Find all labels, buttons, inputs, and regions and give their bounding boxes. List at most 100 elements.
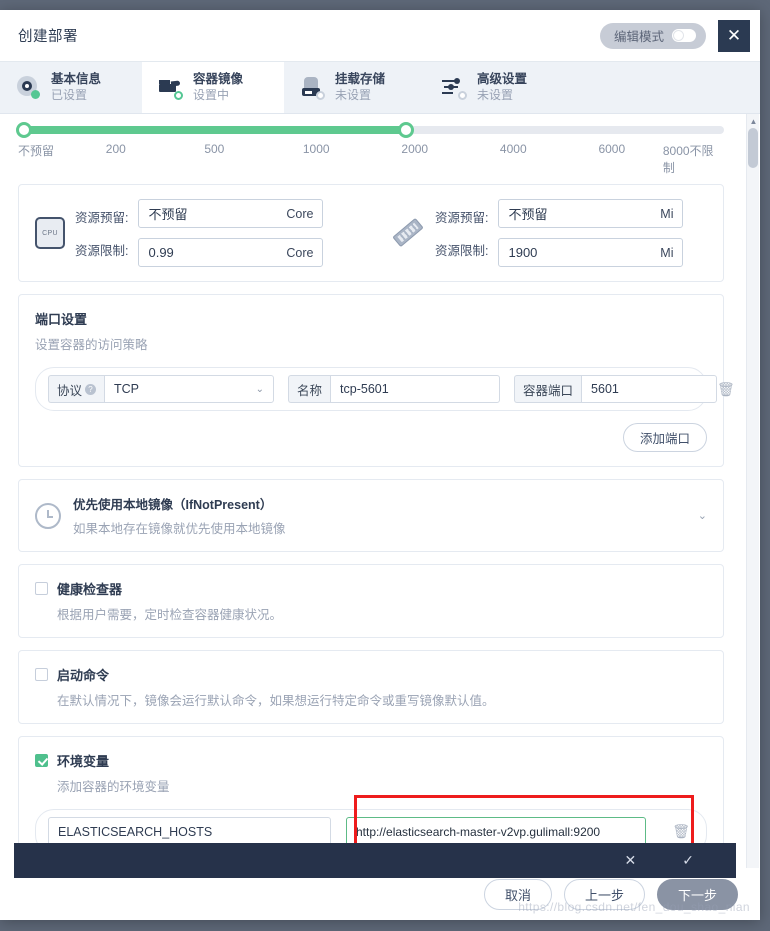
edit-mode-label: 编辑模式	[613, 30, 664, 44]
memory-icon	[391, 216, 425, 250]
cpu-request-input[interactable]: 不预留 Core	[138, 199, 324, 228]
add-port-button[interactable]: 添加端口	[622, 423, 707, 452]
tab-state: 未设置	[335, 87, 372, 102]
port-name-label: 名称	[288, 375, 331, 403]
page-title: 创建部署	[18, 29, 78, 45]
protocol-group: 协议 ? TCP ⌄	[48, 375, 275, 403]
port-settings-title: 端口设置	[35, 312, 88, 327]
info-disc-icon	[16, 75, 42, 101]
container-port-label: 容器端口	[514, 375, 582, 403]
cpu-icon-label: CPU	[42, 229, 58, 237]
slider-tick: 1000	[302, 142, 330, 156]
cpu-limit-value: 0.99	[148, 245, 174, 260]
memory-fields: 不预留 Mi 1900 Mi	[498, 199, 684, 267]
cpu-request-label: 资源预留:	[75, 211, 129, 225]
port-settings-subtitle: 设置容器的访问策略	[35, 338, 148, 352]
cancel-button[interactable]: 取消	[483, 878, 552, 910]
close-button[interactable]: ✕	[718, 19, 750, 52]
resource-slider-block: 不预留 200 500 1000 2000 4000 6000 8000不限制	[0, 114, 746, 176]
cpu-limit-input[interactable]: 0.99 Core	[138, 238, 324, 267]
edit-mode-toggle[interactable]: 编辑模式	[599, 22, 706, 49]
health-check-checkbox[interactable]	[35, 582, 48, 595]
image-policy-title: 优先使用本地镜像（IfNotPresent）	[73, 498, 273, 512]
protocol-value: TCP	[114, 382, 140, 396]
dialog-header: 创建部署 编辑模式 ✕	[0, 10, 760, 62]
step-tabs: 基本信息 已设置 容器镜像 设置中 挂载存储 未设置 高级设置 未设置	[0, 62, 760, 114]
health-check-card: 健康检查器 根据用户需要，定时检查容器健康状况。	[18, 564, 724, 638]
memory-resource-group: 资源预留: 资源限制: 不预留 Mi 1900 Mi	[391, 199, 684, 267]
memory-request-value: 不预留	[508, 207, 548, 222]
env-var-key-input[interactable]: ELASTICSEARCH_HOSTS	[48, 817, 331, 846]
container-port-input[interactable]: 5601	[581, 375, 718, 403]
container-port-value: 5601	[591, 382, 619, 396]
memory-limit-input[interactable]: 1900 Mi	[498, 238, 684, 267]
cpu-limit-unit: Core	[286, 245, 314, 260]
slider-handle-min[interactable]	[16, 122, 32, 138]
cpu-resource-group: CPU 资源预留: 资源限制: 不预留 Core 0.99 Core	[35, 199, 391, 267]
image-pull-policy-card[interactable]: 优先使用本地镜像（IfNotPresent） 如果本地存在镜像就优先使用本地镜像…	[18, 479, 724, 552]
chevron-down-icon[interactable]: ⌄	[698, 509, 707, 522]
port-actions: 添加端口	[35, 423, 707, 452]
slider-fill	[18, 126, 407, 134]
env-vars-title: 环境变量	[57, 754, 110, 769]
memory-limit-label: 资源限制:	[435, 244, 489, 258]
cpu-limit-label: 资源限制:	[75, 244, 129, 258]
slider-tick: 4000	[499, 142, 527, 156]
protocol-label: 协议 ?	[48, 375, 105, 403]
tab-label: 容器镜像	[193, 72, 244, 87]
tab-container-image[interactable]: 容器镜像 设置中	[142, 62, 284, 113]
slider-tick: 8000不限制	[662, 144, 714, 175]
slider-tick: 2000	[401, 142, 429, 156]
env-var-value-input[interactable]: http://elasticsearch-master-v2vp.gulimal…	[346, 817, 646, 846]
next-step-button[interactable]: 下一步	[656, 878, 738, 910]
start-command-checkbox[interactable]	[35, 668, 48, 681]
delete-port-icon[interactable]: 🗑	[717, 381, 739, 398]
port-name-input[interactable]: tcp-5601	[330, 375, 501, 403]
storage-icon	[300, 75, 326, 101]
env-var-value-text: http://elasticsearch-master-v2vp.gulimal…	[356, 824, 601, 839]
toolbar-cancel-icon[interactable]: ✕	[625, 852, 637, 869]
memory-request-input[interactable]: 不预留 Mi	[498, 199, 684, 228]
memory-limit-value: 1900	[508, 245, 538, 260]
header-actions: 编辑模式 ✕	[599, 19, 760, 52]
cpu-fields: 不预留 Core 0.99 Core	[138, 199, 324, 267]
scrollbar-thumb[interactable]	[748, 128, 758, 168]
env-var-key-value: ELASTICSEARCH_HOSTS	[58, 824, 213, 839]
clock-icon	[35, 502, 61, 529]
resource-panel: CPU 资源预留: 资源限制: 不预留 Core 0.99 Core 资源预留:…	[18, 184, 724, 282]
toolbar-confirm-icon[interactable]: ✓	[682, 852, 694, 869]
tab-mount-storage[interactable]: 挂载存储 未设置	[284, 62, 426, 113]
tab-label: 高级设置	[477, 72, 528, 87]
help-icon[interactable]: ?	[85, 383, 97, 395]
memory-request-unit: Mi	[660, 206, 674, 221]
slider-tick: 不预留	[18, 144, 55, 158]
previous-step-button[interactable]: 上一步	[563, 878, 645, 910]
tab-basic-info[interactable]: 基本信息 已设置	[0, 62, 142, 113]
port-settings-card: 端口设置 设置容器的访问策略 协议 ? TCP ⌄ 名称 tcp-5601 容器…	[18, 294, 735, 467]
docker-whale-icon	[158, 75, 184, 101]
close-icon: ✕	[726, 25, 742, 45]
cpu-labels: 资源预留: 资源限制:	[75, 207, 128, 259]
toggle-knob-icon	[672, 29, 696, 42]
container-port-group: 容器端口 5601	[514, 375, 718, 403]
dialog-body: 不预留 200 500 1000 2000 4000 6000 8000不限制 …	[0, 114, 760, 920]
cpu-request-unit: Core	[286, 206, 314, 221]
slider-tick: 200	[105, 142, 126, 156]
tab-state: 已设置	[51, 87, 88, 102]
scroll-up-icon[interactable]: ▲	[747, 114, 760, 128]
slider-handle-max[interactable]	[398, 122, 415, 138]
slider-tick: 500	[204, 142, 225, 156]
memory-limit-unit: Mi	[660, 245, 674, 260]
vertical-scrollbar[interactable]: ▲ ▼	[746, 114, 759, 920]
port-name-value: tcp-5601	[340, 382, 389, 396]
slider-tick: 6000	[598, 142, 626, 156]
slider-ticks: 不预留 200 500 1000 2000 4000 6000 8000不限制	[18, 142, 724, 176]
resource-slider[interactable]	[16, 122, 724, 138]
env-vars-checkbox[interactable]	[35, 754, 48, 767]
port-name-group: 名称 tcp-5601	[288, 375, 501, 403]
tab-advanced-settings[interactable]: 高级设置 未设置	[426, 62, 568, 113]
tab-label: 挂载存储	[335, 72, 386, 87]
start-command-title: 启动命令	[57, 668, 110, 683]
delete-env-var-icon[interactable]: 🗑	[672, 823, 694, 840]
protocol-select[interactable]: TCP ⌄	[104, 375, 275, 403]
